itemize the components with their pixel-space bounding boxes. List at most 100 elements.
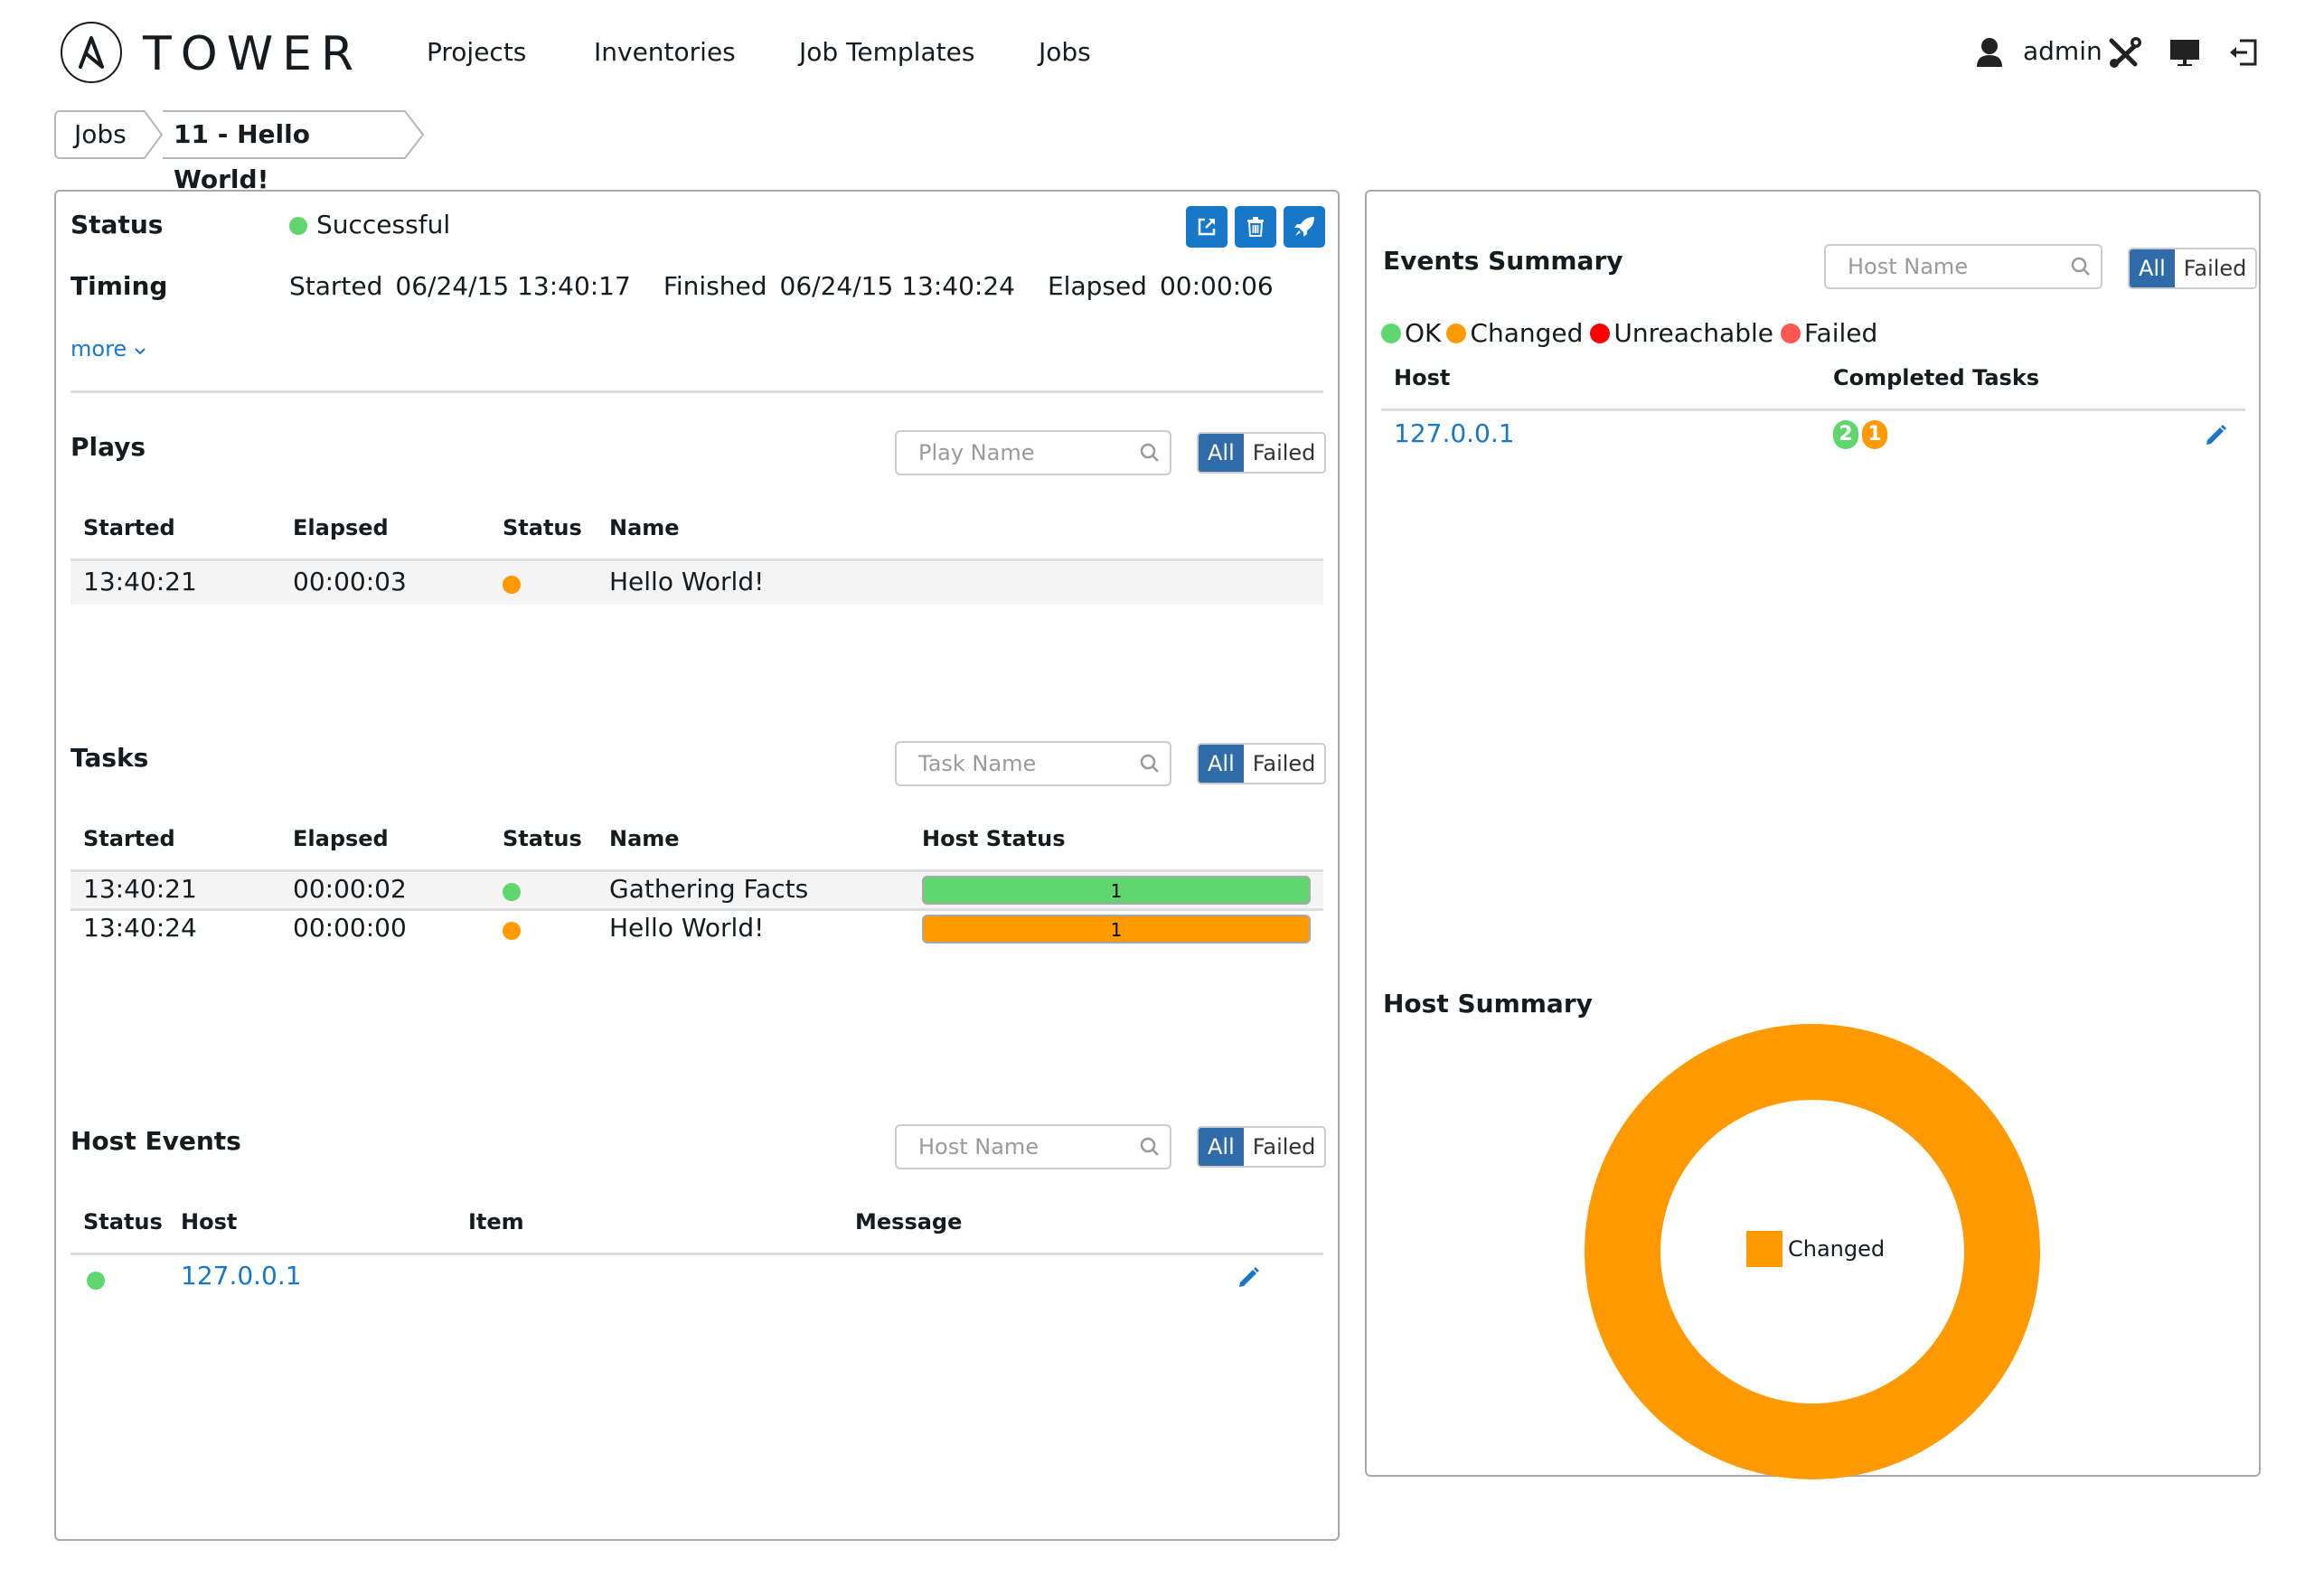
host-event-row[interactable]: 127.0.0.1 [71, 1255, 1323, 1300]
timing-values: Started 06/24/15 13:40:17 Finished 06/24… [289, 271, 1274, 301]
events-filter-failed[interactable]: Failed [2174, 249, 2256, 287]
edit-pencil-icon[interactable] [1237, 1264, 1260, 1288]
nav-projects[interactable]: Projects [427, 36, 526, 69]
breadcrumb-jobs[interactable]: Jobs [54, 110, 145, 159]
tasks-col-host-status: Host Status [922, 826, 1066, 851]
more-link[interactable]: more [71, 336, 146, 361]
user-icon[interactable] [1976, 36, 2003, 69]
task-host-status-bar[interactable]: 1 [922, 915, 1311, 944]
plays-filter-toggle: All Failed [1197, 432, 1327, 474]
play-name-search[interactable] [895, 430, 1171, 475]
search-icon[interactable] [1139, 753, 1161, 775]
task-name-search[interactable] [895, 741, 1171, 786]
host-events-input[interactable] [918, 1133, 1117, 1160]
plays-col-status: Status [503, 515, 582, 540]
host-events-filter-failed[interactable]: Failed [1243, 1128, 1325, 1166]
user-name[interactable]: admin [2023, 35, 2102, 68]
play-name-input[interactable] [918, 439, 1117, 466]
events-filter-all[interactable]: All [2130, 249, 2175, 287]
plays-filter-all[interactable]: All [1199, 434, 1244, 472]
nav-jobs[interactable]: Jobs [1039, 36, 1091, 69]
status-value: Successful [316, 210, 451, 239]
rocket-icon [1294, 217, 1314, 237]
events-host-search[interactable] [1824, 244, 2102, 289]
task-host-status-bar[interactable]: 1 [922, 876, 1311, 905]
events-host-row[interactable]: 127.0.0.1 2 1 [1381, 411, 2245, 456]
play-name: Hello World! [609, 567, 765, 596]
events-filter-toggle: All Failed [2128, 248, 2258, 289]
task-status-dot-icon [503, 922, 521, 940]
donut-legend-swatch [1746, 1231, 1783, 1267]
search-icon[interactable] [1139, 442, 1161, 464]
started-label: Started [289, 271, 383, 301]
nav-job-templates[interactable]: Job Templates [799, 36, 974, 69]
external-link-icon [1198, 218, 1216, 236]
tasks-col-elapsed: Elapsed [293, 826, 389, 851]
relaunch-button[interactable] [1284, 206, 1325, 248]
task-row[interactable]: 13:40:21 00:00:02 Gathering Facts 1 [71, 872, 1323, 908]
events-summary-title: Events Summary [1383, 246, 1623, 276]
tasks-filter-all[interactable]: All [1199, 745, 1244, 783]
host-events-col-message: Message [855, 1209, 963, 1235]
logout-icon[interactable] [2227, 36, 2258, 69]
events-host-input[interactable] [1848, 253, 2046, 280]
host-events-filter-toggle: All Failed [1197, 1126, 1327, 1168]
elapsed-value: 00:00:06 [1159, 271, 1274, 301]
host-events-col-item: Item [468, 1209, 524, 1235]
status-dot-icon [289, 217, 307, 235]
task-name: Gathering Facts [609, 874, 809, 904]
finished-value: 06/24/15 13:40:24 [779, 271, 1015, 301]
plays-col-elapsed: Elapsed [293, 515, 389, 540]
logo-icon[interactable] [61, 22, 122, 83]
monitor-icon[interactable] [2169, 36, 2200, 69]
play-status-dot-icon [503, 576, 521, 594]
host-summary-title: Host Summary [1383, 989, 1593, 1019]
ansible-a-icon [79, 36, 104, 69]
elapsed-label: Elapsed [1047, 271, 1147, 301]
task-status-dot-icon [503, 883, 521, 901]
plays-filter-failed[interactable]: Failed [1243, 434, 1325, 472]
task-row[interactable]: 13:40:24 00:00:00 Hello World! 1 [71, 911, 1323, 947]
play-started: 13:40:21 [83, 567, 197, 596]
host-events-filter-all[interactable]: All [1199, 1128, 1244, 1166]
changed-count-badge[interactable]: 1 [1862, 420, 1887, 449]
nav-inventories[interactable]: Inventories [594, 36, 736, 69]
tasks-col-status: Status [503, 826, 582, 851]
host-event-status-dot-icon [87, 1272, 105, 1290]
legend-changed: Changed [1470, 318, 1584, 348]
host-event-host-link[interactable]: 127.0.0.1 [181, 1261, 302, 1291]
task-name-input[interactable] [918, 750, 1117, 777]
delete-button[interactable] [1235, 206, 1276, 248]
unreachable-dot-icon [1590, 323, 1611, 343]
host-events-search[interactable] [895, 1124, 1171, 1169]
donut-legend-label: Changed [1788, 1236, 1886, 1262]
tasks-filter-failed[interactable]: Failed [1243, 745, 1325, 783]
timing-label: Timing [71, 271, 168, 301]
failed-dot-icon [1781, 323, 1801, 343]
plays-col-name: Name [609, 515, 680, 540]
changed-dot-icon [1446, 323, 1467, 343]
task-elapsed: 00:00:02 [293, 874, 407, 904]
task-started: 13:40:21 [83, 874, 197, 904]
job-detail-panel: Status Successful Timing Started 06/24/1… [54, 190, 1340, 1541]
breadcrumb-current: 11 - Hello World! [163, 110, 405, 194]
plays-col-started: Started [83, 515, 175, 540]
host-events-title: Host Events [71, 1126, 241, 1156]
edit-pencil-icon[interactable] [2204, 422, 2227, 446]
host-events-col-host: Host [181, 1209, 238, 1235]
trash-icon [1247, 217, 1264, 237]
tools-icon[interactable] [2108, 36, 2142, 69]
ok-count-badge[interactable]: 2 [1833, 420, 1858, 449]
logo-text[interactable]: TOWER [143, 27, 362, 81]
finished-label: Finished [663, 271, 767, 301]
external-link-button[interactable] [1186, 206, 1228, 248]
events-host-link[interactable]: 127.0.0.1 [1394, 418, 1515, 448]
tasks-title: Tasks [71, 743, 149, 773]
legend-failed: Failed [1804, 318, 1878, 348]
more-label: more [71, 336, 127, 361]
status-label: Status [71, 210, 164, 239]
search-icon[interactable] [2070, 256, 2092, 277]
chevron-down-icon [135, 348, 146, 355]
play-row[interactable]: 13:40:21 00:00:03 Hello World! [71, 561, 1323, 605]
search-icon[interactable] [1139, 1136, 1161, 1158]
